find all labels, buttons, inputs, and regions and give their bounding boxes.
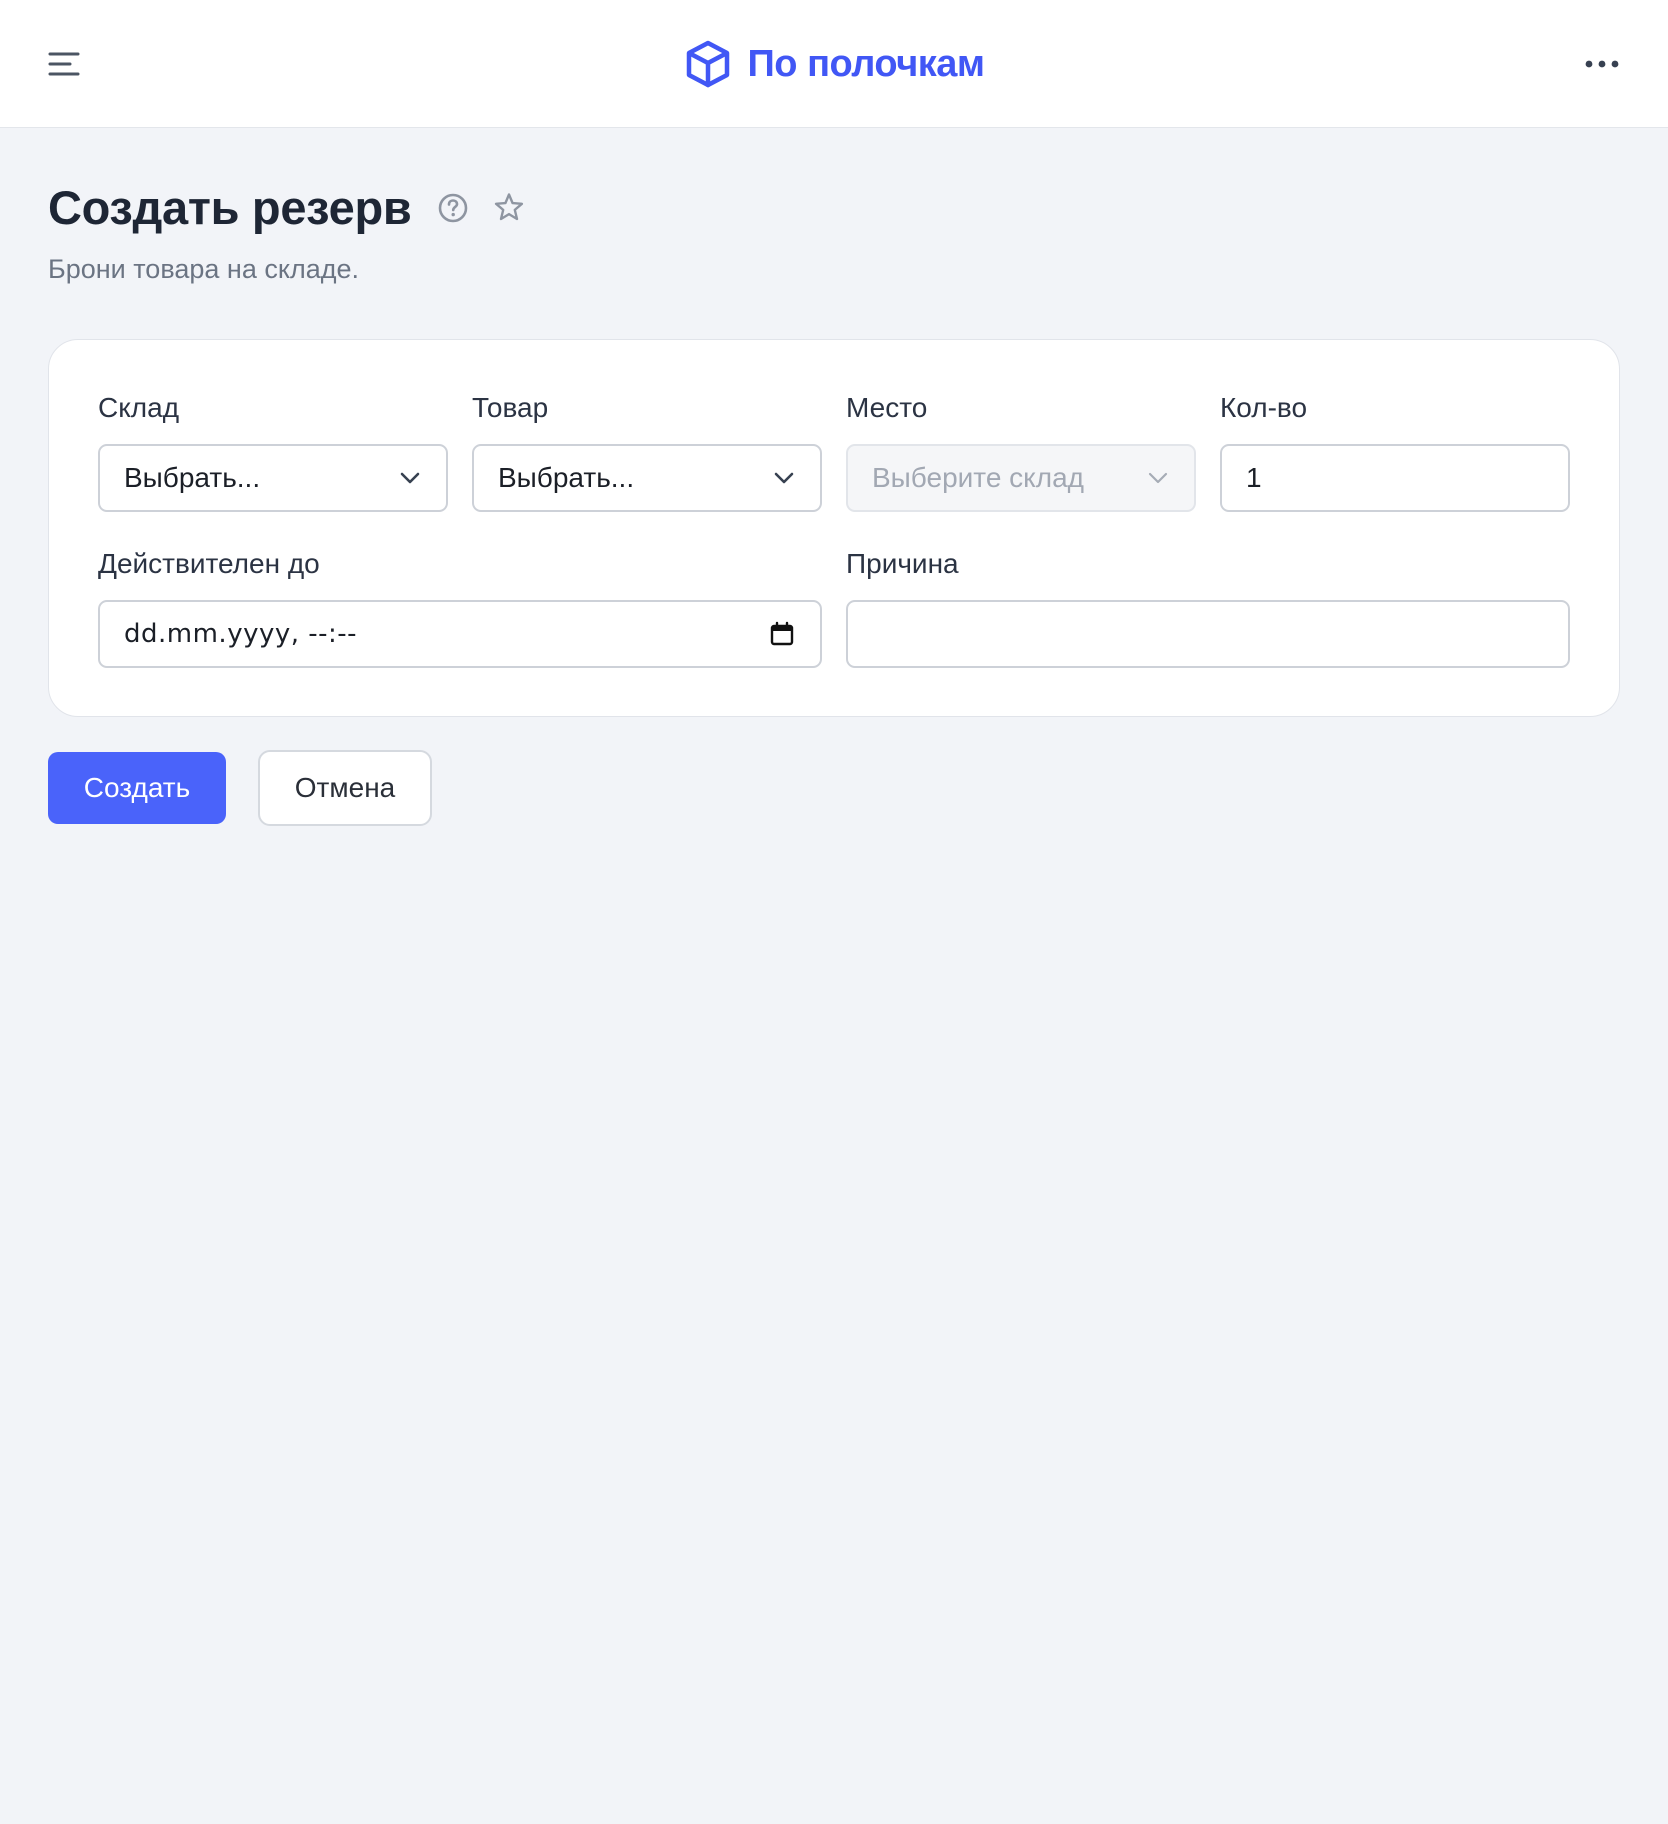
quantity-input[interactable]: 1 <box>1220 444 1570 512</box>
menu-button[interactable] <box>38 40 90 88</box>
valid-until-label: Действителен до <box>98 548 320 579</box>
page-header: Создать резерв <box>48 180 526 235</box>
location-select-placeholder: Выберите склад <box>872 462 1084 493</box>
more-horizontal-icon <box>1585 60 1619 68</box>
location-label: Место <box>846 392 928 423</box>
warehouse-select[interactable]: Выбрать... <box>98 444 448 512</box>
reservation-form: Склад Выбрать... Товар Выбрать... Место … <box>48 339 1620 717</box>
valid-until-placeholder: dd.mm.yyyy, --:-- <box>124 619 358 649</box>
quantity-label: Кол-во <box>1220 392 1308 423</box>
page-title: Создать резерв <box>48 181 412 234</box>
warehouse-label: Склад <box>98 392 180 423</box>
product-label: Товар <box>472 392 549 423</box>
hamburger-menu-icon <box>48 51 80 77</box>
more-options-button[interactable] <box>1572 40 1632 88</box>
warehouse-select-value: Выбрать... <box>124 462 261 493</box>
cube-icon <box>683 39 733 89</box>
cancel-button[interactable]: Отмена <box>258 750 432 826</box>
page-subtitle: Брони товара на складе. <box>48 254 360 284</box>
brand: По полочкам <box>0 0 1668 128</box>
chevron-down-icon <box>398 466 422 490</box>
star-outline-icon[interactable] <box>492 191 526 225</box>
reason-label: Причина <box>846 548 959 579</box>
valid-until-input[interactable]: dd.mm.yyyy, --:-- <box>98 600 822 668</box>
question-circle-icon[interactable] <box>437 192 469 224</box>
create-button[interactable]: Создать <box>48 752 226 824</box>
product-select-value: Выбрать... <box>498 462 635 493</box>
reason-input[interactable] <box>846 600 1570 668</box>
chevron-down-icon <box>1146 466 1170 490</box>
top-bar: По полочкам <box>0 0 1668 128</box>
location-select[interactable]: Выберите склад <box>846 444 1196 512</box>
calendar-icon[interactable] <box>768 620 796 648</box>
quantity-input-value: 1 <box>1246 462 1262 493</box>
product-select[interactable]: Выбрать... <box>472 444 822 512</box>
brand-name: По полочкам <box>747 42 985 85</box>
chevron-down-icon <box>772 466 796 490</box>
